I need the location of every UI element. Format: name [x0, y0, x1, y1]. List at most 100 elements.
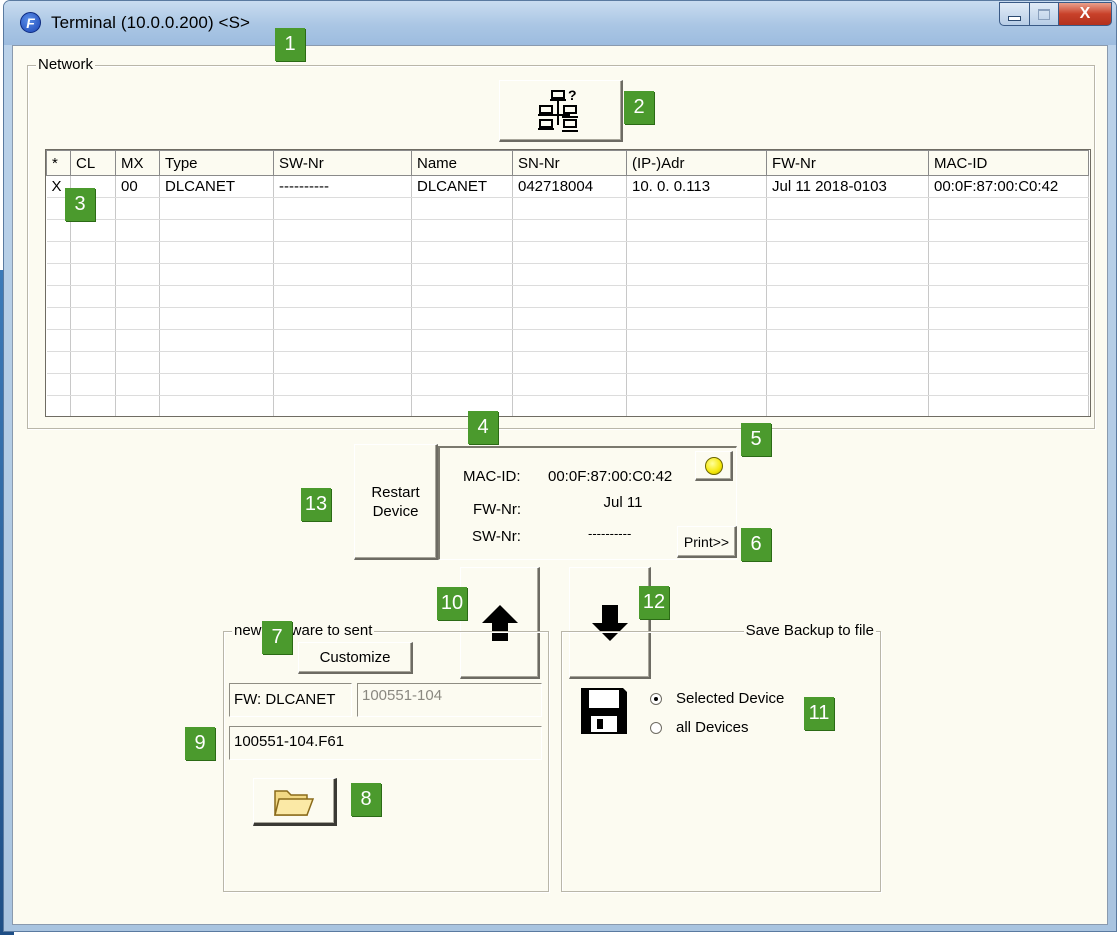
table-row-empty[interactable] [46, 241, 1089, 264]
cell-name: DLCANET [411, 175, 513, 198]
empty-cell [512, 329, 627, 352]
column-header-mx[interactable]: MX [115, 150, 160, 176]
empty-cell [766, 329, 929, 352]
empty-cell [928, 285, 1089, 308]
column-header-name[interactable]: Name [411, 150, 513, 176]
customize-button[interactable]: Customize [298, 642, 413, 674]
table-row-empty[interactable] [46, 373, 1089, 396]
empty-cell [115, 219, 160, 242]
restart-device-button[interactable]: Restart Device [354, 444, 438, 560]
column-header-sw-nr[interactable]: SW-Nr [273, 150, 412, 176]
empty-cell [626, 307, 767, 330]
column-header-mac-id[interactable]: MAC-ID [928, 150, 1089, 176]
close-button[interactable]: X [1059, 2, 1112, 26]
cell-type: DLCANET [159, 175, 274, 198]
callout-badge-12: 12 [639, 586, 669, 619]
close-icon: X [1079, 5, 1091, 22]
column-header-select[interactable]: * [46, 150, 71, 176]
window-controls: X [999, 2, 1112, 28]
empty-cell [273, 197, 412, 220]
option-selected-device-label[interactable]: Selected Device [676, 690, 784, 707]
status-led-button[interactable] [695, 451, 733, 481]
callout-badge-4: 4 [468, 411, 498, 444]
empty-cell [46, 263, 71, 286]
empty-cell [512, 373, 627, 396]
callout-badge-11: 11 [804, 697, 834, 730]
folder-open-icon [274, 790, 315, 816]
app-icon[interactable]: F [20, 12, 41, 33]
empty-cell [115, 373, 160, 396]
cell-sw-nr: ---------- [273, 175, 412, 198]
empty-cell [273, 263, 412, 286]
network-scan-button[interactable]: ? [499, 80, 623, 142]
table-row-empty[interactable] [46, 197, 1089, 220]
cell-mac-id: 00:0F:87:00:C0:42 [928, 175, 1089, 198]
maximize-button[interactable] [1030, 2, 1059, 26]
empty-cell [512, 307, 627, 330]
empty-cell [766, 197, 929, 220]
column-header-sn-nr[interactable]: SN-Nr [512, 150, 627, 176]
empty-cell [626, 197, 767, 220]
status-led-icon [704, 456, 723, 475]
callout-badge-6: 6 [741, 528, 771, 561]
title-bar[interactable]: F Terminal (10.0.0.200) <S> X [4, 1, 1116, 45]
table-row-empty[interactable] [46, 351, 1089, 374]
cell-ip-adr: 10. 0. 0.113 [626, 175, 767, 198]
empty-cell [928, 197, 1089, 220]
column-header-type[interactable]: Type [159, 150, 274, 176]
empty-cell [273, 307, 412, 330]
empty-cell [70, 241, 116, 264]
fw-nr-value: Jul 11 2018-0103 [548, 493, 698, 515]
empty-cell [273, 351, 412, 374]
empty-cell [46, 241, 71, 264]
mac-id-label: MAC-ID: [463, 468, 521, 485]
empty-cell [512, 219, 627, 242]
empty-cell [46, 219, 71, 242]
empty-cell [928, 241, 1089, 264]
empty-cell [928, 263, 1089, 286]
new-firmware-group-label: new firmware to sent [232, 622, 375, 639]
save-backup-group-label: Save Backup to file [743, 622, 876, 639]
callout-badge-9: 9 [185, 727, 215, 760]
network-device-table[interactable]: * CL MX Type SW-Nr Name SN-Nr (IP-)Adr F… [45, 149, 1091, 417]
empty-cell [159, 329, 274, 352]
svg-text:?: ? [568, 89, 577, 103]
print-button[interactable]: Print>> [677, 526, 737, 558]
empty-cell [626, 285, 767, 308]
empty-cell [512, 351, 627, 374]
radio-all-devices[interactable] [650, 722, 662, 734]
table-row[interactable]: X 00 DLCANET ---------- DLCANET 04271800… [46, 175, 1089, 198]
empty-cell [46, 329, 71, 352]
radio-selected-device[interactable] [650, 693, 662, 705]
minimize-button[interactable] [999, 2, 1030, 26]
maximize-icon [1038, 8, 1050, 20]
empty-cell [411, 373, 513, 396]
restart-label-line1: Restart [371, 483, 420, 501]
open-file-button[interactable] [253, 778, 337, 826]
customize-button-label: Customize [319, 649, 391, 666]
callout-badge-2: 2 [624, 91, 654, 124]
table-row-empty[interactable] [46, 263, 1089, 286]
fw-nr-value-line2: 2018-0103 [548, 512, 698, 515]
table-row-empty[interactable] [46, 307, 1089, 330]
column-header-ip-adr[interactable]: (IP-)Adr [626, 150, 767, 176]
empty-cell [766, 263, 929, 286]
table-row-empty[interactable] [46, 285, 1089, 308]
empty-cell [159, 307, 274, 330]
firmware-version-field: 100551-104 [357, 683, 542, 717]
save-backup-group: Save Backup to file [561, 622, 881, 892]
empty-cell [70, 351, 116, 374]
table-row-empty[interactable] [46, 219, 1089, 242]
column-header-cl[interactable]: CL [70, 150, 116, 176]
network-scan-icon: ? [537, 89, 578, 132]
empty-cell [70, 285, 116, 308]
empty-cell [512, 241, 627, 264]
empty-cell [928, 329, 1089, 352]
empty-cell [115, 395, 160, 416]
column-header-fw-nr[interactable]: FW-Nr [766, 150, 929, 176]
firmware-file-field[interactable]: 100551-104.F61 [229, 726, 542, 760]
table-row-empty[interactable] [46, 395, 1089, 416]
option-all-devices-label[interactable]: all Devices [676, 719, 749, 736]
empty-cell [766, 373, 929, 396]
table-row-empty[interactable] [46, 329, 1089, 352]
